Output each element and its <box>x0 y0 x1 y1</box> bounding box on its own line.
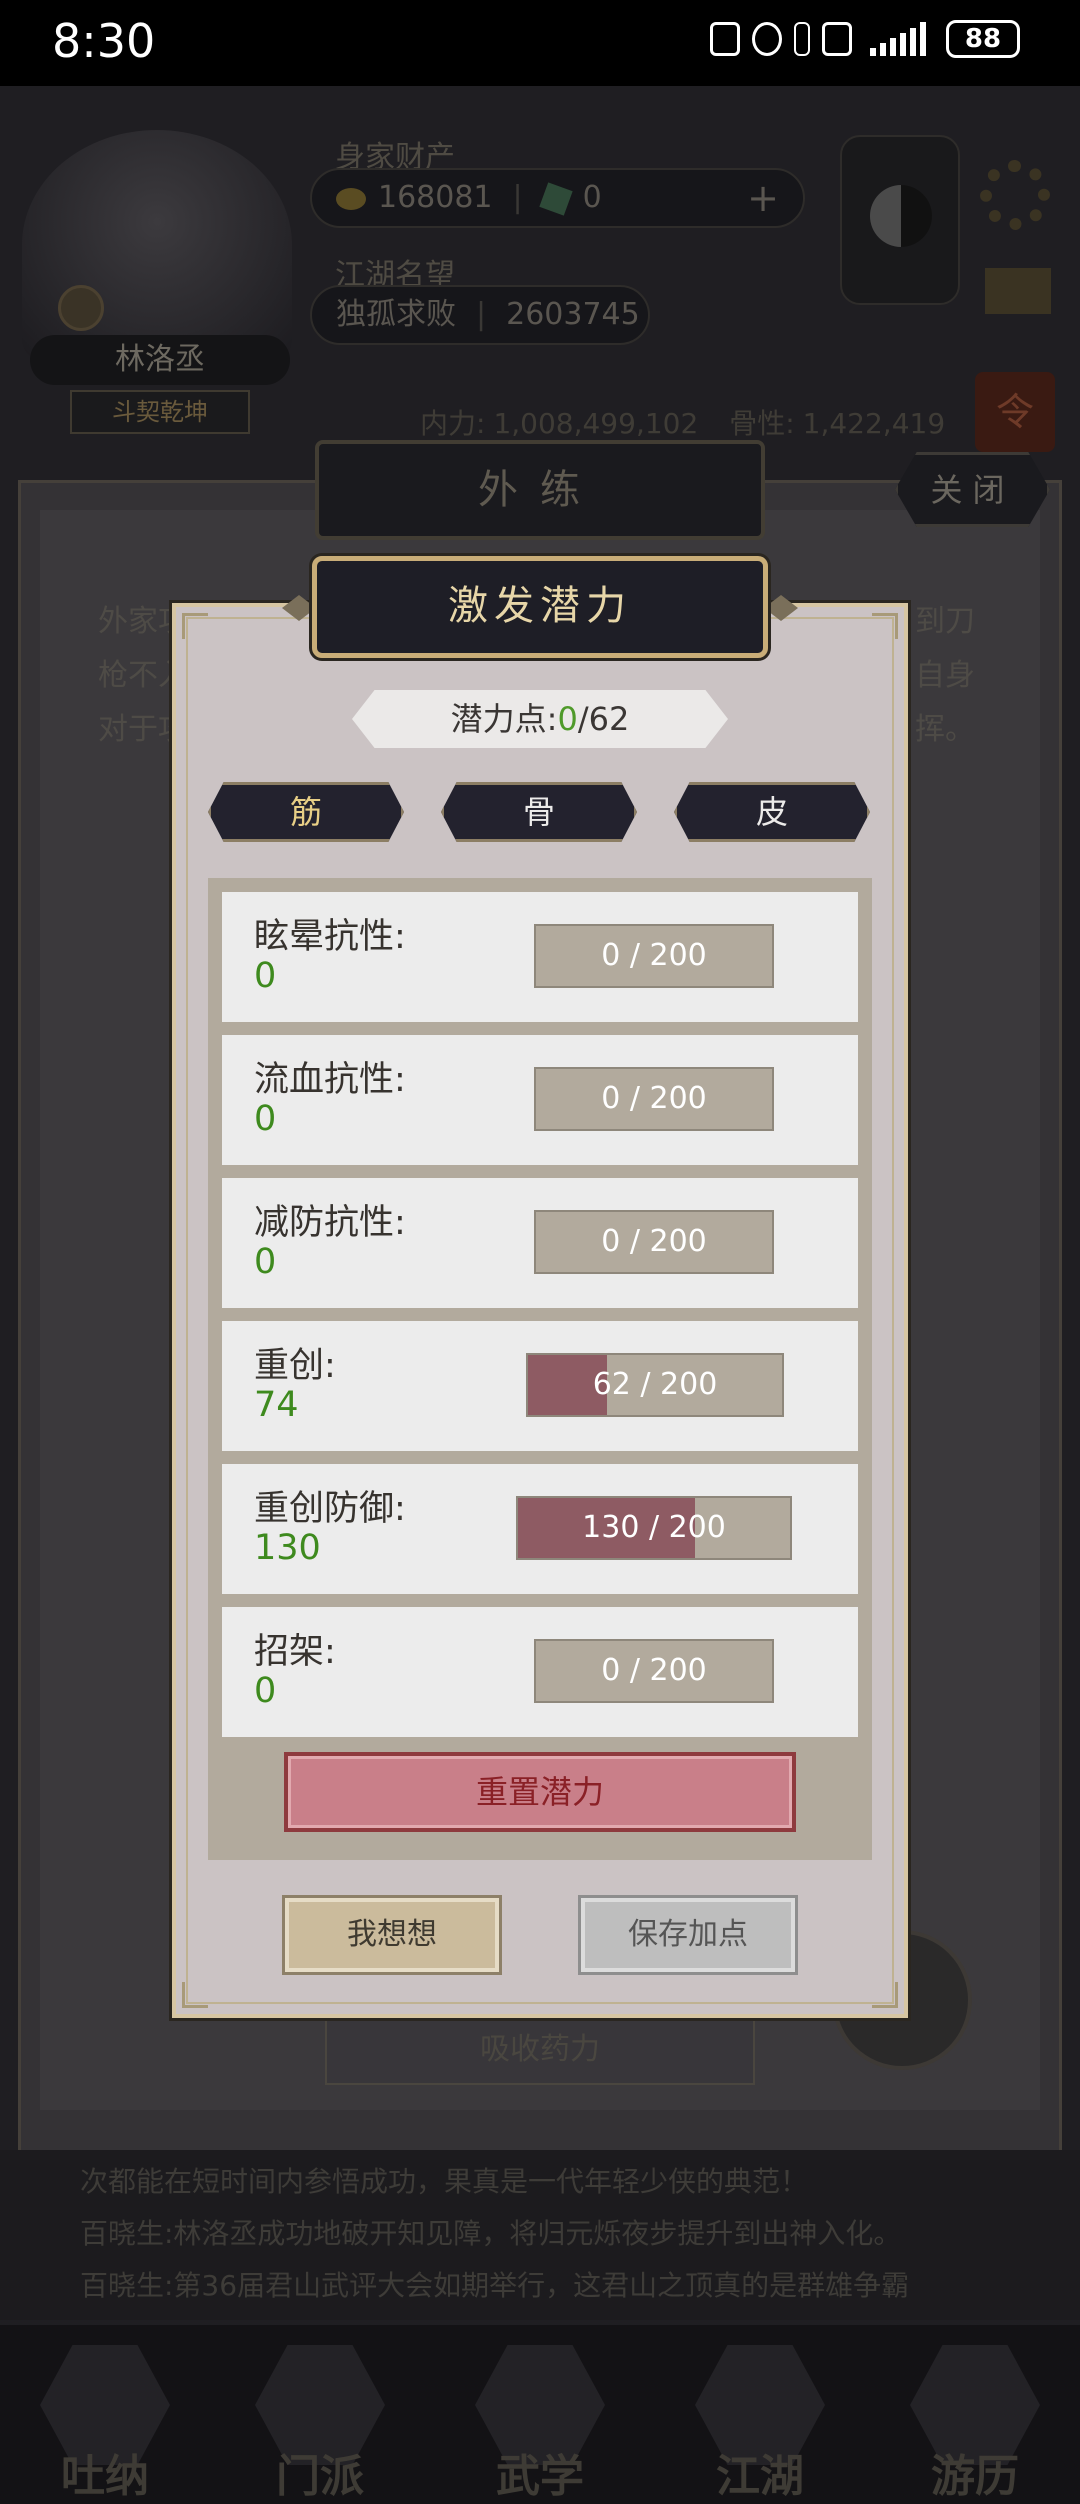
potential-points-label: 潜力点: <box>450 700 558 738</box>
jade-icon <box>538 181 573 216</box>
vibrate-icon <box>822 22 852 56</box>
progress-bar[interactable]: 62 / 200 <box>526 1353 784 1417</box>
potential-points-total: /62 <box>577 700 630 738</box>
nav-item-jianghu[interactable]: 江湖 <box>685 2345 835 2502</box>
bluetooth-icon <box>794 22 810 56</box>
ling-badge[interactable]: 令 <box>975 372 1055 452</box>
save-points-button[interactable]: 保存加点 <box>578 1895 798 1975</box>
nav-item-youli[interactable]: 游历 <box>900 2345 1050 2502</box>
nfc-icon <box>710 22 740 56</box>
attr-row-bleed-resist: 流血抗性: 0 0 / 200 <box>222 1035 858 1165</box>
alarm-icon <box>752 22 782 56</box>
corner-ornament <box>182 613 208 639</box>
progress-bar[interactable]: 0 / 200 <box>534 924 774 988</box>
status-icons: 88 <box>710 20 1020 58</box>
chat-line: 百晓生:第36届君山武评大会如期举行，这君山之顶真的是群雄争霸 <box>80 2269 910 2302</box>
corner-ornament <box>872 613 898 639</box>
tab-gu[interactable]: 骨 <box>441 782 637 842</box>
attr-row-parry: 招架: 0 0 / 200 <box>222 1607 858 1737</box>
progress-bar[interactable]: 0 / 200 <box>534 1210 774 1274</box>
status-time: 8:30 <box>52 14 156 68</box>
chat-line: 百晓生:林洛丞成功地破开知见障，将归元烁夜步提升到出神入化。 <box>80 2217 902 2250</box>
corner-ornament <box>182 1982 208 2008</box>
currency-bar: 168081 | 0 + <box>310 168 805 228</box>
nav-item-menpai[interactable]: 门派 <box>245 2345 395 2502</box>
nav-item-wuxue[interactable]: 武学 <box>465 2345 615 2502</box>
potential-points: 潜力点:0/62 <box>352 690 728 748</box>
progress-bar[interactable]: 0 / 200 <box>534 1067 774 1131</box>
think-button[interactable]: 我想想 <box>282 1895 502 1975</box>
attr-row-stun-resist: 眩晕抗性: 0 0 / 200 <box>222 892 858 1022</box>
nav-item-tuna[interactable]: 吐纳 <box>30 2345 180 2502</box>
settings-gear-icon[interactable] <box>980 160 1050 230</box>
absorb-medicine-button[interactable]: 吸收药力 <box>325 2015 755 2085</box>
progress-bar[interactable]: 0 / 200 <box>534 1639 774 1703</box>
potential-points-used: 0 <box>557 700 578 738</box>
status-bar: 8:30 88 <box>0 0 1080 86</box>
fame-bar: 独孤求败 | 2603745 <box>310 285 650 345</box>
reset-potential-button[interactable]: 重置潜力 <box>284 1752 796 1832</box>
chat-line: 次都能在短时间内参悟成功，果真是一代年轻少侠的典范！ <box>80 2165 809 2198</box>
chat-area: 次都能在短时间内参悟成功，果真是一代年轻少侠的典范！ 百晓生:林洛丞成功地破开知… <box>0 2150 1080 2320</box>
close-button[interactable]: 关闭 <box>895 452 1050 527</box>
modal-title: 激发潜力 <box>312 556 768 658</box>
signal-icon <box>870 22 926 56</box>
player-avatar[interactable] <box>22 130 292 360</box>
background-panel-title: 外练 <box>315 440 765 540</box>
coin-count: 168081 <box>378 180 493 215</box>
gengu-value: 1,422,419 <box>802 407 946 440</box>
mail-icon[interactable] <box>985 268 1051 314</box>
stat-line: 内力: 1,008,499,102 骨性: 1,422,419 <box>420 407 946 440</box>
add-currency-button[interactable]: + <box>747 170 779 226</box>
attr-row-defbreak-resist: 减防抗性: 0 0 / 200 <box>222 1178 858 1308</box>
attr-row-heavy-strike-defense: 重创防御: 130 130 / 200 <box>222 1464 858 1594</box>
rank-title: 独孤求败 <box>336 297 456 332</box>
coin-icon <box>336 187 366 210</box>
corner-ornament <box>872 1982 898 2008</box>
background-text-right: 到刀 自身 挥。 <box>915 604 975 747</box>
player-title: 斗契乾坤 <box>70 390 250 434</box>
fame-value: 2603745 <box>506 297 640 332</box>
player-name: 林洛丞 <box>30 335 290 385</box>
jade-count: 0 <box>582 180 602 215</box>
tab-jin[interactable]: 筋 <box>208 782 404 842</box>
progress-bar[interactable]: 130 / 200 <box>516 1496 792 1560</box>
tab-pi[interactable]: 皮 <box>674 782 870 842</box>
neili-value: 1,008,499,102 <box>493 407 699 440</box>
taiji-button[interactable] <box>840 135 960 305</box>
bottom-nav: 吐纳 门派 武学 江湖 游历 <box>0 2325 1080 2504</box>
sect-emblem-icon <box>58 285 104 331</box>
battery-icon: 88 <box>946 20 1020 58</box>
attr-row-heavy-strike: 重创: 74 62 / 200 <box>222 1321 858 1451</box>
